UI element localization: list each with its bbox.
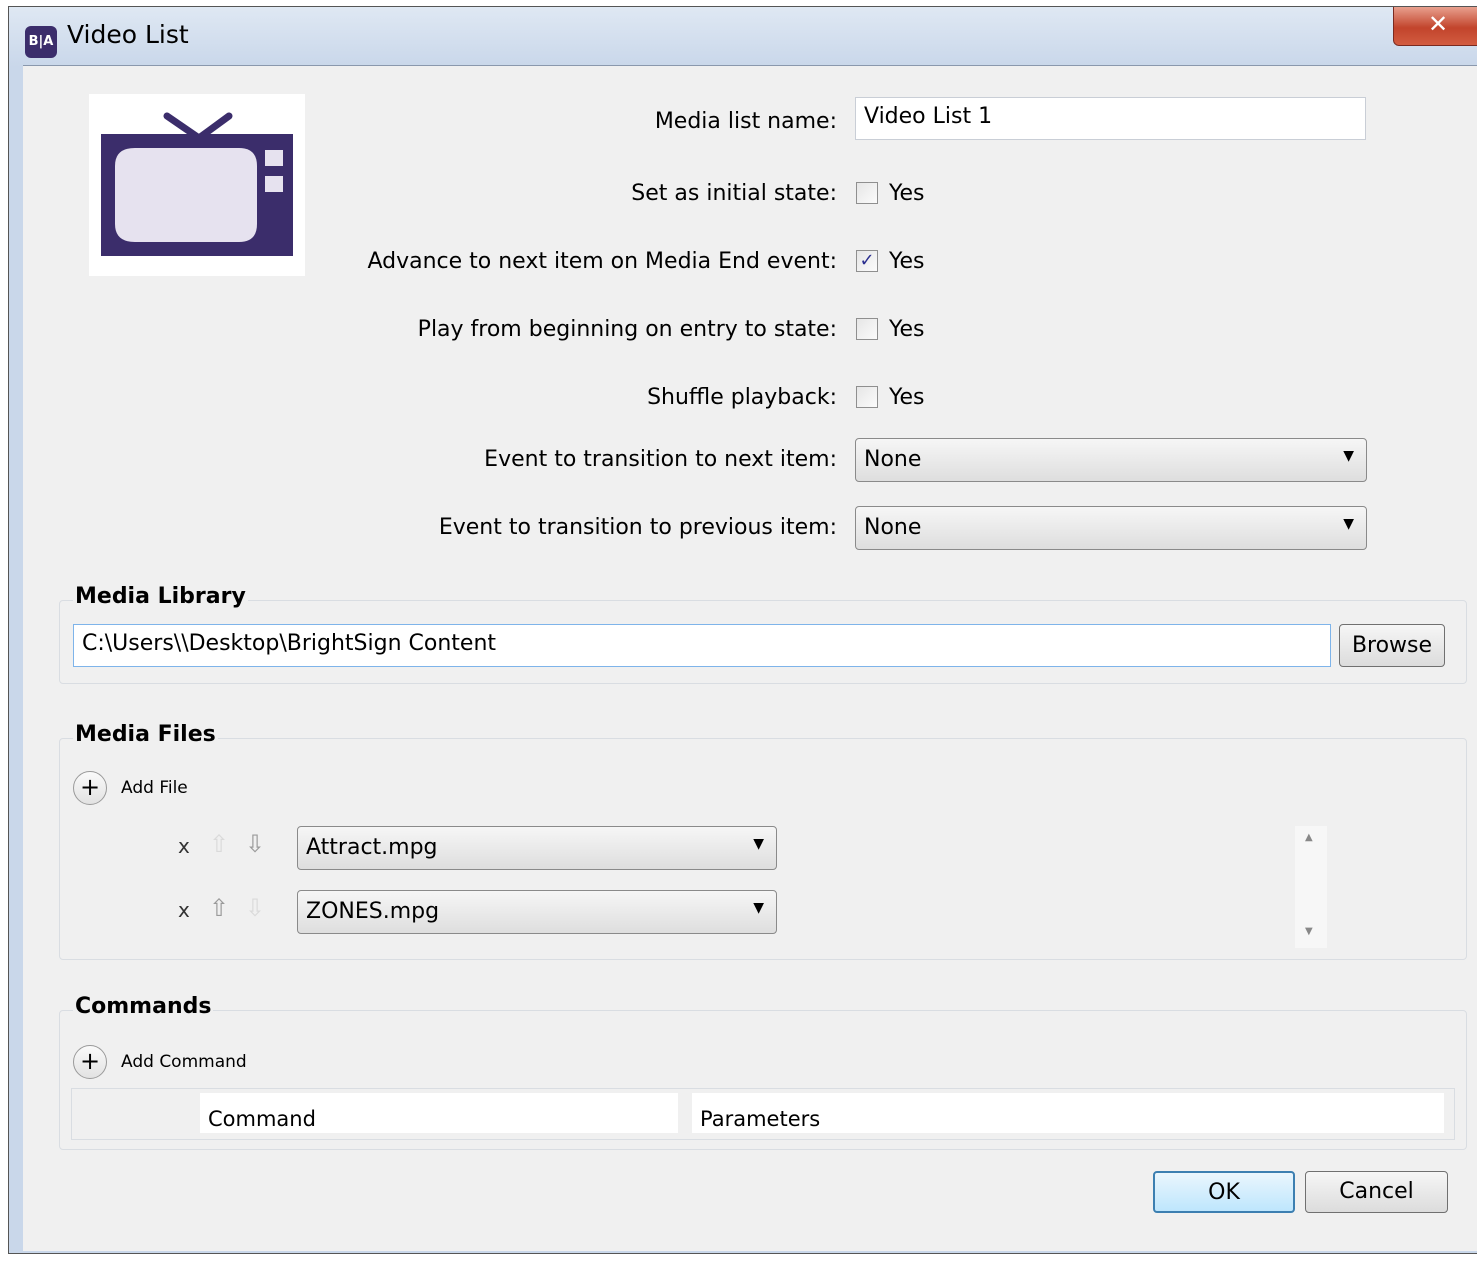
shuffle-label: Shuffle playback: — [647, 385, 837, 410]
commands-title: Commands — [73, 994, 214, 1019]
dropdown-arrow-icon: ▼ — [753, 836, 764, 852]
add-command-plus-icon[interactable]: + — [73, 1045, 107, 1079]
add-file-plus-icon[interactable]: + — [73, 771, 107, 805]
media-file-select[interactable]: ZONES.mpg ▼ — [297, 890, 777, 934]
cancel-button[interactable]: Cancel — [1305, 1171, 1448, 1213]
window-title: Video List — [67, 20, 189, 49]
prev-event-select[interactable]: None ▼ — [855, 506, 1367, 550]
move-up-icon: ⇧ — [209, 830, 230, 858]
media-file-value: Attract.mpg — [306, 835, 438, 860]
tv-icon — [89, 94, 305, 276]
media-file-value: ZONES.mpg — [306, 899, 440, 924]
advance-next-checkbox[interactable]: ✓ — [856, 250, 878, 272]
move-down-icon[interactable]: ⇩ — [245, 830, 265, 858]
command-column-header[interactable]: Command — [200, 1093, 678, 1133]
scroll-down-icon[interactable]: ▼ — [1305, 926, 1313, 937]
shuffle-checkbox[interactable] — [856, 386, 878, 408]
media-file-select[interactable]: Attract.mpg ▼ — [297, 826, 777, 870]
play-from-beginning-checkbox[interactable] — [856, 318, 878, 340]
parameters-column-header[interactable]: Parameters — [692, 1093, 1444, 1133]
close-button[interactable]: ✕ — [1393, 7, 1477, 46]
scroll-up-icon[interactable]: ▲ — [1305, 832, 1313, 843]
play-from-beginning-label: Play from beginning on entry to state: — [417, 317, 837, 342]
media-list-name-label: Media list name: — [654, 109, 837, 134]
app-logo-icon: B|A — [25, 26, 57, 58]
remove-file-button[interactable]: x — [178, 834, 190, 858]
add-file-link[interactable]: Add File — [121, 778, 188, 798]
advance-next-yes-label: Yes — [889, 249, 925, 274]
move-up-icon[interactable]: ⇧ — [209, 894, 229, 922]
ok-button[interactable]: OK — [1153, 1171, 1295, 1213]
browse-button[interactable]: Browse — [1339, 624, 1445, 667]
media-library-path-input[interactable]: C:\Users\\Desktop\BrightSign Content — [73, 624, 1331, 667]
media-files-scrollbar[interactable]: ▲ ▼ — [1295, 826, 1327, 948]
move-down-icon: ⇩ — [245, 894, 266, 922]
shuffle-yes-label: Yes — [889, 385, 925, 410]
dropdown-arrow-icon: ▼ — [753, 900, 764, 916]
next-event-label: Event to transition to next item: — [484, 447, 837, 472]
initial-state-label: Set as initial state: — [631, 181, 837, 206]
prev-event-value: None — [864, 515, 922, 540]
media-files-title: Media Files — [73, 722, 218, 747]
media-list-name-input[interactable]: Video List 1 — [855, 97, 1366, 140]
advance-next-label: Advance to next item on Media End event: — [367, 249, 837, 274]
next-event-select[interactable]: None ▼ — [855, 438, 1367, 482]
next-event-value: None — [864, 447, 922, 472]
add-command-link[interactable]: Add Command — [121, 1052, 247, 1072]
dialog-body: Media list name: Video List 1 Set as ini… — [23, 65, 1477, 1251]
remove-file-button[interactable]: x — [178, 898, 190, 922]
media-library-title: Media Library — [73, 584, 248, 609]
dialog-window: B|A Video List ✕ Media list name: Video … — [8, 6, 1477, 1254]
commands-table: Command Parameters — [71, 1088, 1455, 1140]
dropdown-arrow-icon: ▼ — [1343, 516, 1354, 532]
title-bar[interactable]: B|A Video List ✕ — [9, 7, 1477, 65]
prev-event-label: Event to transition to previous item: — [438, 515, 837, 540]
initial-state-yes-label: Yes — [889, 181, 925, 206]
play-from-beginning-yes-label: Yes — [889, 317, 925, 342]
initial-state-checkbox[interactable] — [856, 182, 878, 204]
dropdown-arrow-icon: ▼ — [1343, 448, 1354, 464]
